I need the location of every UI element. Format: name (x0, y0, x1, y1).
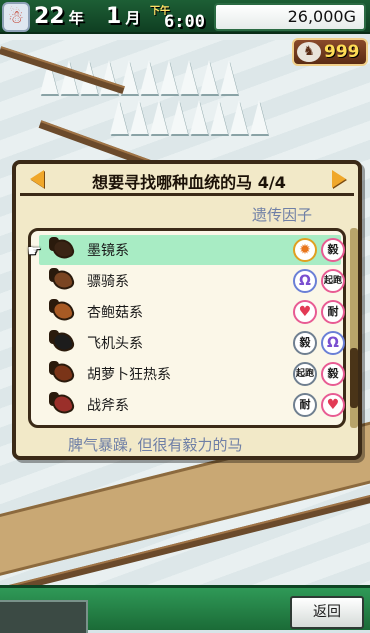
scroll-thumb[interactable] (350, 348, 358, 408)
clock: 下午 6:00 (150, 2, 216, 32)
gene-horseshoe-icon: Ω (293, 269, 317, 293)
date-month: 1月 (106, 4, 140, 29)
horse-icon (49, 360, 76, 386)
horse-icon (49, 391, 76, 417)
status-bar: ☃ 22 年 1月 下午 6:00 26,000G (0, 0, 370, 34)
gene-heart-icon: ♥ (293, 300, 317, 324)
money-display: 26,000G (214, 3, 366, 31)
bloodline-item-4[interactable]: 胡萝卜狂热系 起跑 毅 (39, 359, 345, 389)
bloodline-item-2[interactable]: 杏鲍菇系 ♥ 耐 (39, 297, 345, 327)
date-year: 22 年 (34, 4, 84, 29)
prev-page-arrow-icon[interactable] (26, 168, 48, 190)
snowman-icon[interactable]: ☃ (2, 2, 30, 32)
bloodline-label: 飞机头系 (87, 336, 143, 352)
bloodline-dialog: 想要寻找哪种血统的马 4/4 遗传因子 ☛ 墨镜系 ✹ 毅 骠骑系 Ω 起跑 杏… (12, 160, 362, 460)
medal-counter[interactable]: ♞ 999 (292, 38, 368, 66)
month-value: 1 (106, 4, 122, 29)
gene-badge: 毅 (321, 362, 345, 386)
bloodline-label: 骠骑系 (87, 274, 129, 290)
bloodline-list: ☛ 墨镜系 ✹ 毅 骠骑系 Ω 起跑 杏鲍菇系 ♥ 耐 飞机头系 毅 Ω 胡萝卜… (27, 228, 346, 428)
pointer-hand-icon: ☛ (27, 241, 42, 260)
bloodline-item-0[interactable]: ☛ 墨镜系 ✹ 毅 (27, 235, 345, 265)
back-button[interactable]: 返回 (290, 596, 364, 629)
gene-badge: 毅 (293, 331, 317, 355)
horse-icon (49, 267, 76, 293)
medal-count: 999 (324, 42, 360, 62)
gene-star-icon: ✹ (293, 238, 317, 262)
bloodline-item-1[interactable]: 骠骑系 Ω 起跑 (39, 266, 345, 296)
dialog-header: 想要寻找哪种血统的马 4/4 (20, 166, 354, 196)
genes-header: 遗传因子 (252, 206, 313, 224)
month-unit: 月 (125, 9, 141, 27)
horse-icon (49, 298, 76, 324)
gene-badge: 耐 (321, 300, 345, 324)
next-page-arrow-icon[interactable] (328, 168, 350, 190)
gene-horseshoe-icon: Ω (321, 331, 345, 355)
year-value: 22 (34, 4, 65, 29)
horse-icon (49, 236, 76, 262)
list-scrollbar[interactable] (350, 228, 358, 428)
time-value: 6:00 (164, 12, 205, 32)
gene-heart-icon: ♥ (321, 393, 345, 417)
horse-medal-icon: ♞ (297, 42, 321, 62)
bloodline-description: 脾气暴躁, 但很有毅力的马 (68, 436, 243, 454)
bloodline-label: 墨镜系 (87, 243, 129, 259)
year-unit: 年 (68, 9, 84, 27)
bloodline-label: 胡萝卜狂热系 (87, 367, 171, 383)
gene-badge: 起跑 (293, 362, 317, 386)
horse-icon (49, 329, 76, 355)
bloodline-label: 杏鲍菇系 (87, 305, 143, 321)
bottom-bar: 返回 (0, 585, 370, 633)
bottom-left-panel (0, 600, 88, 633)
gene-badge: 耐 (293, 393, 317, 417)
bloodline-item-5[interactable]: 战斧系 耐 ♥ (39, 390, 345, 420)
bloodline-label: 战斧系 (87, 398, 129, 414)
bloodline-item-3[interactable]: 飞机头系 毅 Ω (39, 328, 345, 358)
tree-row (110, 100, 268, 160)
gene-badge: 起跑 (321, 269, 345, 293)
gene-badge: 毅 (321, 238, 345, 262)
dialog-title: 想要寻找哪种血统的马 4/4 (92, 173, 286, 192)
